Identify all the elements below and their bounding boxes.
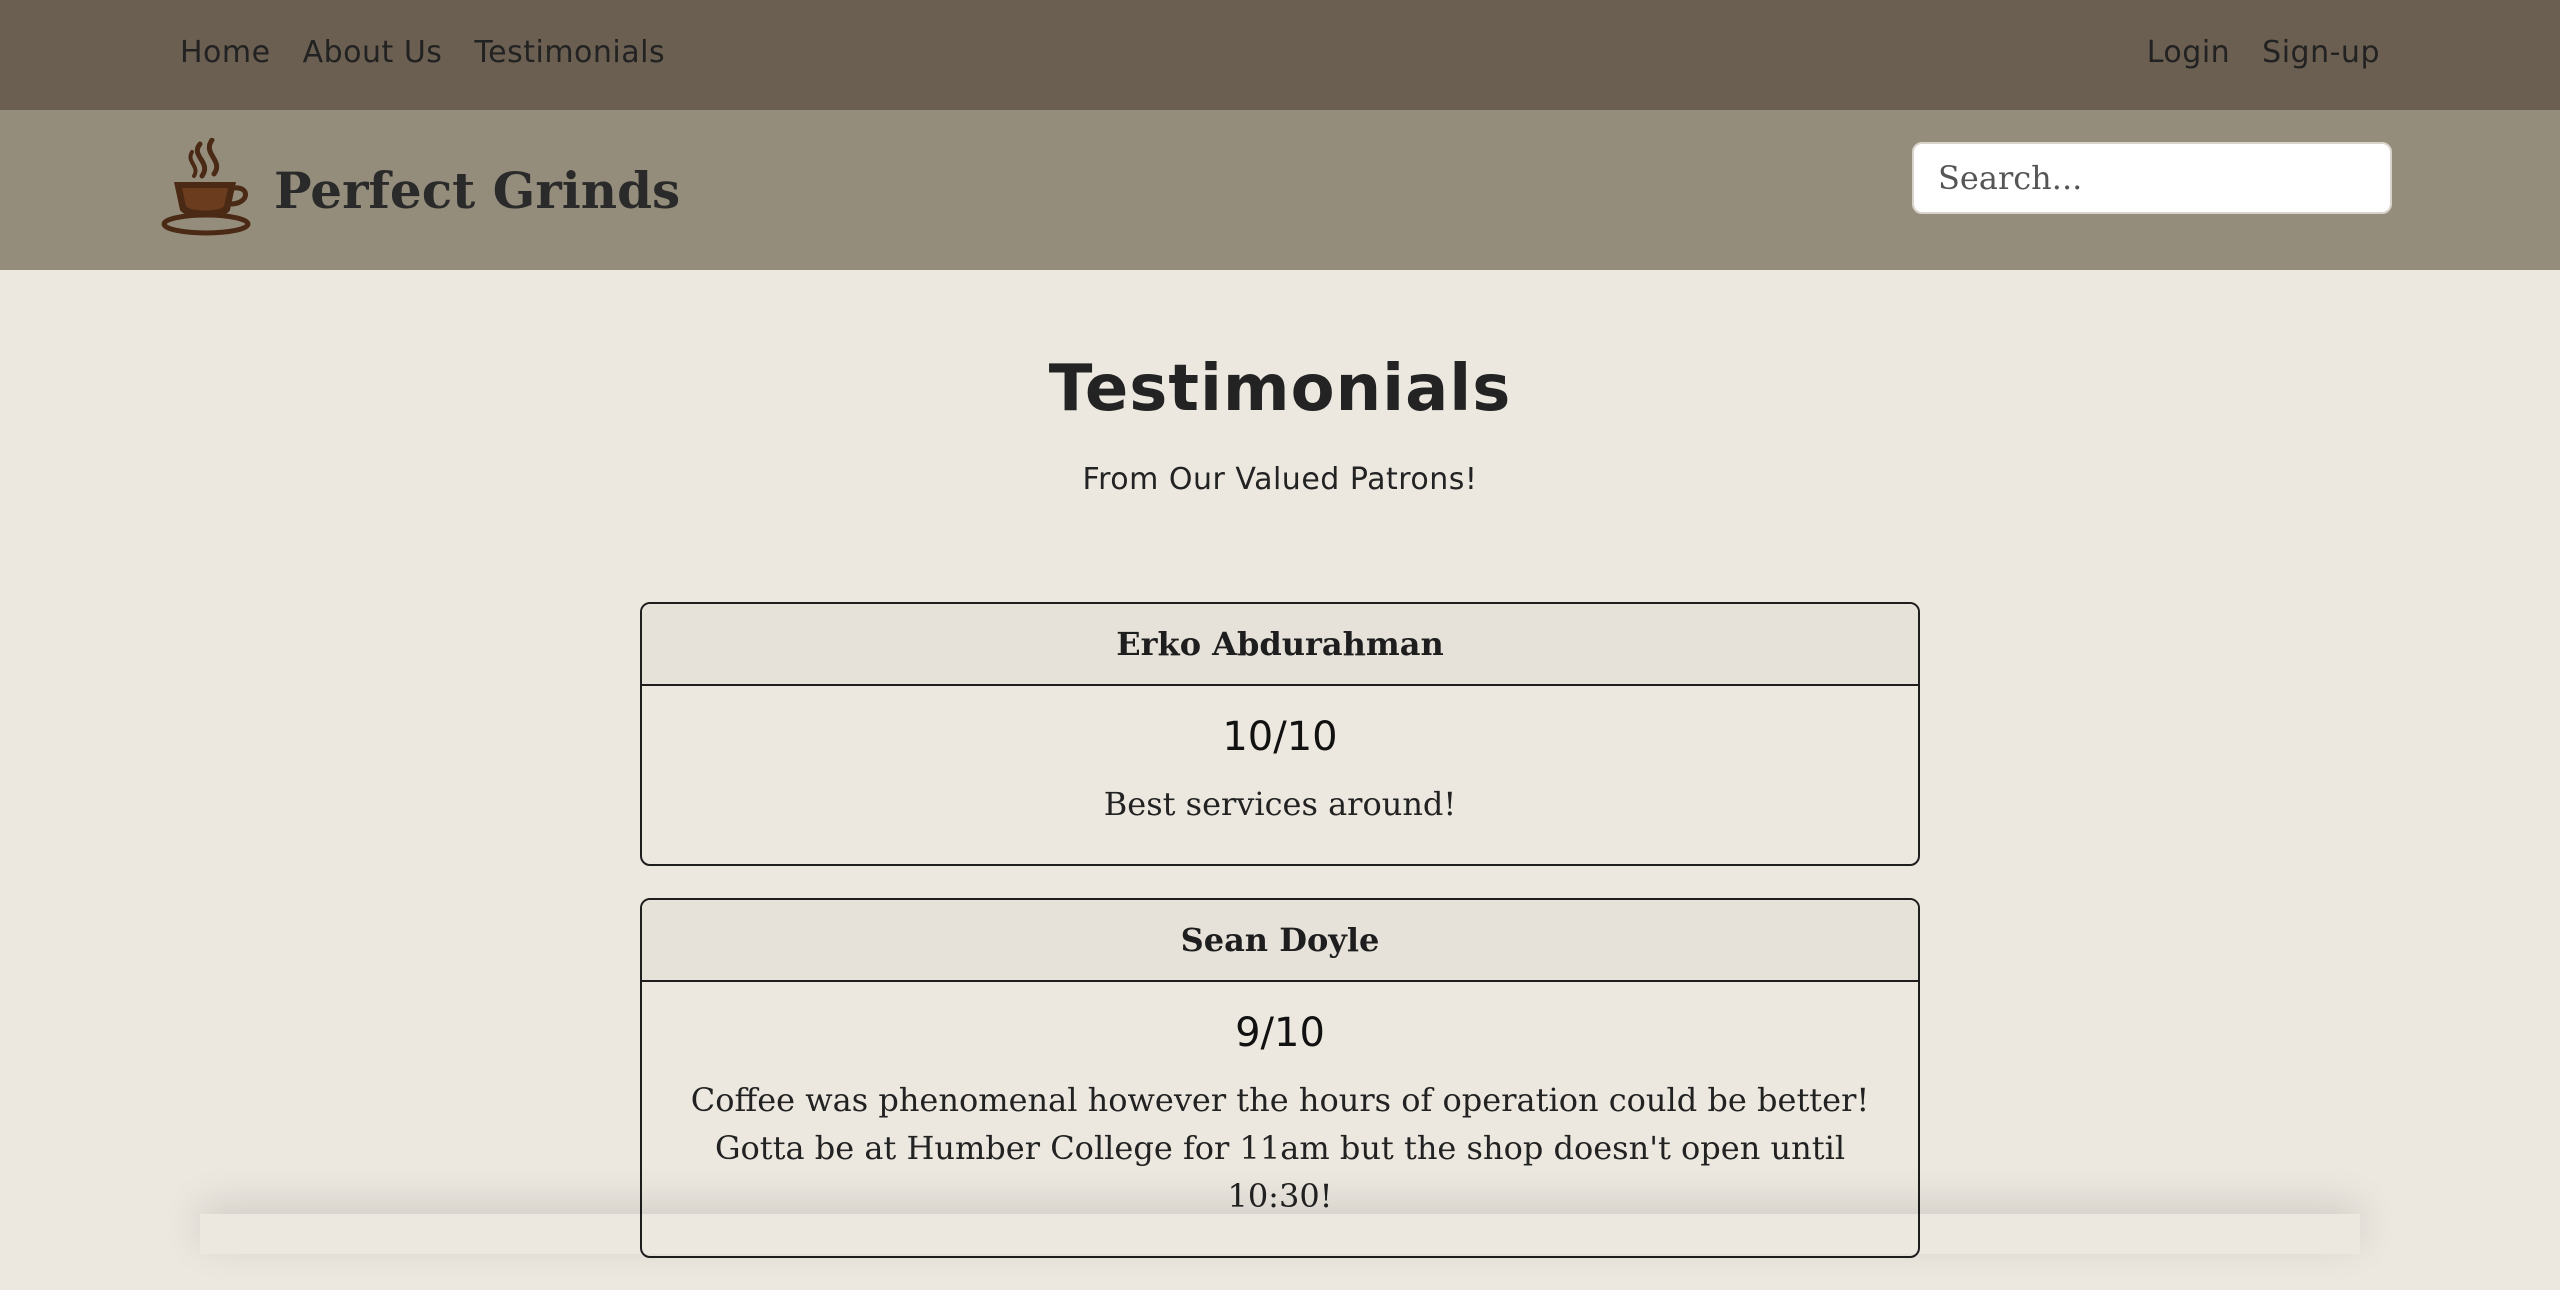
testimonial-rating: 9/10: [1235, 1010, 1325, 1056]
testimonial-author: Sean Doyle: [642, 900, 1918, 982]
search-input[interactable]: [1912, 142, 2392, 214]
page-title: Testimonials: [1048, 352, 1512, 426]
nav-link-sign-up[interactable]: Sign-up: [2262, 35, 2380, 70]
testimonial-body: 10/10 Best services around!: [642, 686, 1918, 864]
brand-bar: Perfect Grinds: [0, 110, 2560, 270]
testimonials-list: Erko Abdurahman 10/10 Best services arou…: [640, 602, 1920, 1290]
nav-link-testimonials[interactable]: Testimonials: [474, 35, 665, 70]
brand-logo-link[interactable]: Perfect Grinds: [160, 137, 681, 242]
testimonial-card: Sean Doyle 9/10 Coffee was phenomenal ho…: [640, 898, 1920, 1258]
testimonial-comment: Best services around!: [1103, 785, 1457, 823]
coffee-cup-icon: [160, 137, 256, 242]
account-nav: Login Sign-up: [2147, 0, 2380, 104]
nav-link-about-us[interactable]: About Us: [303, 35, 443, 70]
testimonial-comment: Coffee was phenomenal however the hours …: [690, 1081, 1870, 1215]
testimonial-rating: 10/10: [1222, 714, 1338, 760]
footer-shadow: [200, 1214, 2360, 1254]
primary-nav: Home About Us Testimonials: [180, 0, 665, 104]
testimonial-card: Erko Abdurahman 10/10 Best services arou…: [640, 602, 1920, 866]
nav-link-home[interactable]: Home: [180, 35, 271, 70]
testimonial-author: Erko Abdurahman: [642, 604, 1918, 686]
nav-link-login[interactable]: Login: [2147, 35, 2230, 70]
top-navigation-bar: Home About Us Testimonials Login Sign-up: [0, 0, 2560, 111]
page-subtitle: From Our Valued Patrons!: [1082, 462, 1478, 497]
brand-name: Perfect Grinds: [274, 160, 681, 220]
